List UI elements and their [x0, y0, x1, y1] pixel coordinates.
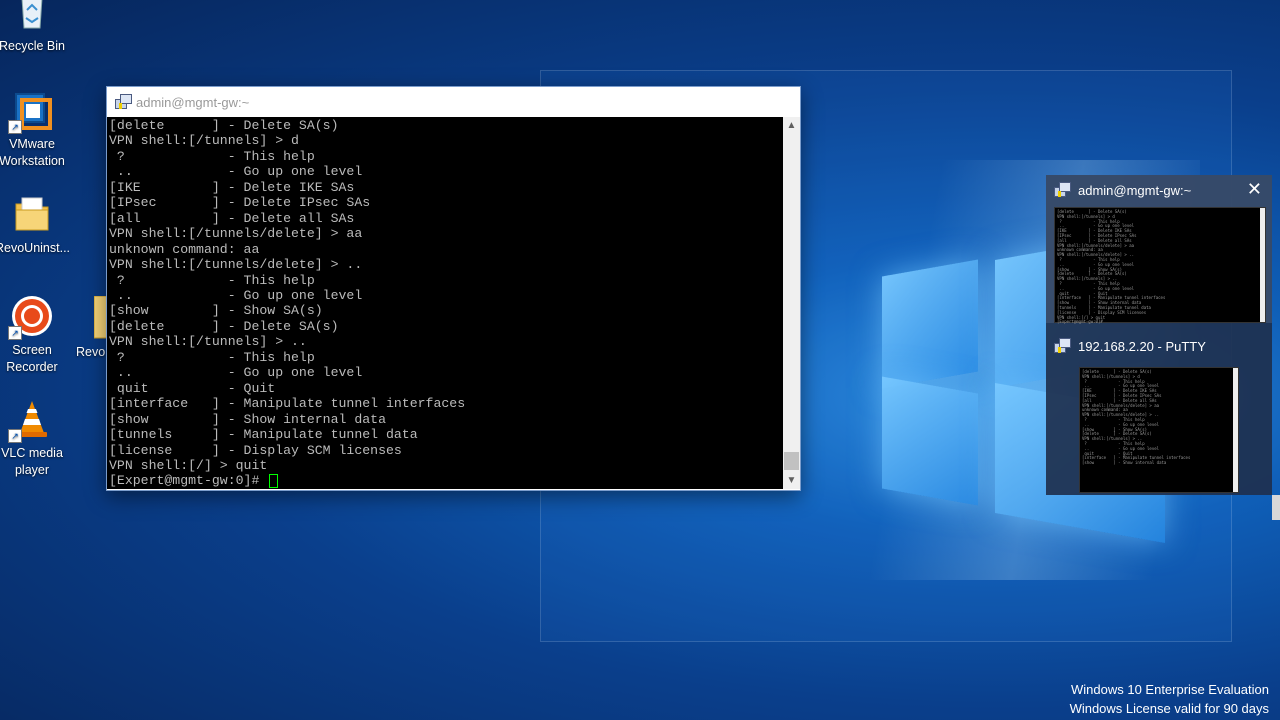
taskbar-preview: admin@mgmt-gw:~ ✕ [delete ] - Delete SA(…	[1046, 175, 1272, 495]
terminal-line: [IPsec ] - Delete IPsec SAs	[109, 195, 371, 211]
terminal-line: VPN shell:[/tunnels/delete] > ..	[109, 257, 363, 273]
terminal-area[interactable]: [delete ] - Delete SA(s) VPN shell:[/tun…	[107, 117, 783, 489]
terminal-line: [license ] - Display SCM licenses	[109, 442, 402, 458]
preview-thumbnail: [delete ] - Delete SA(s) VPN shell:[/tun…	[1079, 367, 1239, 493]
terminal-line: VPN shell:[/tunnels] > ..	[109, 334, 307, 350]
close-icon[interactable]: ✕	[1247, 179, 1262, 200]
preview-title: admin@mgmt-gw:~	[1078, 182, 1192, 198]
terminal-line: [show ] - Show SA(s)	[109, 303, 323, 319]
windows-watermark-line2: Windows License valid for 90 days	[1069, 701, 1269, 716]
desktop-icon-revo[interactable]: Revo	[70, 296, 110, 361]
terminal-line: .. - Go up one level	[116, 365, 363, 381]
preview-item-putty[interactable]: 192.168.2.20 - PuTTY [delete ] - Delete …	[1046, 331, 1272, 495]
preview-item-admin[interactable]: admin@mgmt-gw:~ ✕ [delete ] - Delete SA(…	[1046, 175, 1272, 325]
folder-icon	[10, 192, 54, 236]
terminal-line: VPN shell:[/tunnels] > d	[109, 133, 299, 149]
terminal-line: [show ] - Show internal data	[109, 411, 386, 427]
vlc-icon: ↗	[8, 397, 54, 443]
putty-window[interactable]: admin@mgmt-gw:~ [delete ] - Delete SA(s)…	[106, 86, 801, 491]
terminal-line: ? - This help	[116, 272, 315, 288]
recycle-bin-icon	[10, 0, 54, 34]
desktop-icon-revouninstaller[interactable]: RevoUninst...	[0, 192, 70, 257]
terminal-line: [IKE ] - Delete IKE SAs	[109, 179, 355, 195]
terminal-line: VPN shell:[/tunnels/delete] > aa	[109, 226, 363, 242]
thumbnail-scrollbar	[1233, 368, 1238, 492]
preview-thumbnail: [delete ] - Delete SA(s) VPN shell:[/tun…	[1054, 207, 1266, 325]
window-titlebar[interactable]: admin@mgmt-gw:~	[107, 87, 800, 117]
desktop-icon-screen-recorder[interactable]: ↗ Screen Recorder	[0, 294, 69, 376]
shortcut-arrow-icon: ↗	[8, 429, 22, 443]
terminal-line: [interface ] - Manipulate tunnel interfa…	[109, 396, 466, 412]
terminal-output: [delete ] - Delete SA(s) VPN shell:[/tun…	[109, 118, 465, 489]
thumbnail-text: [delete ] - Delete SA(s) VPN shell:[/tun…	[1057, 209, 1166, 325]
terminal-line: [delete ] - Delete SA(s)	[109, 318, 339, 334]
putty-icon	[1054, 338, 1071, 354]
putty-icon	[115, 94, 132, 110]
preview-title: 192.168.2.20 - PuTTY	[1078, 338, 1206, 354]
windows-logo-pane	[882, 259, 978, 389]
screen-recorder-icon: ↗	[8, 294, 54, 340]
terminal-line: .. - Go up one level	[116, 287, 363, 303]
desktop-icon-vmware[interactable]: ↗ VMware Workstation	[0, 88, 69, 170]
thumbnail-scrollbar	[1260, 208, 1265, 322]
putty-icon	[1054, 182, 1071, 198]
windows-logo-pane	[882, 376, 978, 506]
terminal-line: VPN shell:[/] > quit	[109, 457, 268, 473]
scrollbar-thumb[interactable]	[784, 452, 799, 470]
terminal-line: .. - Go up one level	[116, 164, 363, 180]
terminal-prompt: [Expert@mgmt-gw:0]#	[109, 473, 260, 489]
terminal-line: [all ] - Delete all SAs	[109, 210, 355, 226]
scroll-up-arrow-icon[interactable]: ▲	[783, 117, 800, 134]
scroll-down-arrow-icon[interactable]: ▼	[783, 472, 800, 489]
desktop-icon-recycle-bin[interactable]: Recycle Bin	[0, 0, 69, 55]
terminal-line: unknown command: aa	[109, 241, 260, 257]
windows-watermark-line1: Windows 10 Enterprise Evaluation	[1071, 682, 1269, 697]
terminal-line: ? - This help	[116, 148, 315, 164]
desktop-icon-vlc[interactable]: ↗ VLC media player	[0, 397, 69, 479]
shortcut-arrow-icon: ↗	[8, 120, 22, 134]
terminal-cursor	[269, 473, 279, 488]
terminal-line: ? - This help	[116, 349, 315, 365]
offscreen-window-edge	[1272, 495, 1280, 520]
vmware-icon: ↗	[8, 88, 54, 134]
thumbnail-text: [delete ] - Delete SA(s) VPN shell:[/tun…	[1082, 369, 1191, 466]
shortcut-arrow-icon: ↗	[8, 326, 22, 340]
terminal-line: [tunnels ] - Manipulate tunnel data	[109, 427, 418, 443]
terminal-scrollbar[interactable]: ▲ ▼	[783, 117, 800, 489]
terminal-line: [delete ] - Delete SA(s)	[109, 118, 339, 133]
terminal-line: quit - Quit	[116, 380, 276, 396]
window-title: admin@mgmt-gw:~	[136, 94, 250, 110]
